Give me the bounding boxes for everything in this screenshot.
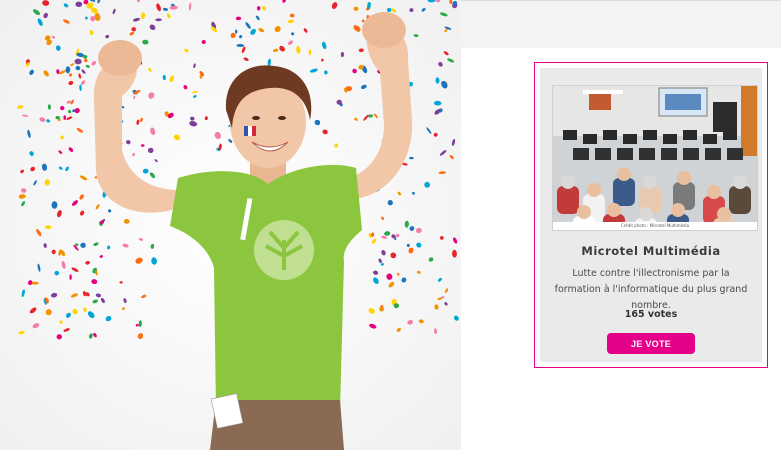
monitor: [617, 148, 633, 160]
page: Crédit photo : Microtel Multimédia Micro…: [0, 0, 781, 450]
project-photo: Crédit photo : Microtel Multimédia: [552, 85, 758, 231]
vote-button[interactable]: JE VOTE: [607, 333, 695, 354]
monitor: [643, 130, 657, 140]
person-body: [557, 186, 579, 214]
monitor: [623, 134, 637, 144]
person-head: [577, 205, 591, 219]
project-card: Crédit photo : Microtel Multimédia Micro…: [534, 62, 768, 368]
monitor: [639, 148, 655, 160]
card-body: Crédit photo : Microtel Multimédia Micro…: [540, 68, 762, 362]
monitor: [661, 148, 677, 160]
monitor: [583, 134, 597, 144]
person-head: [677, 171, 691, 185]
confetti-piece: [340, 51, 344, 58]
person-head: [607, 203, 621, 217]
person-head: [561, 175, 575, 189]
person-body: [729, 186, 751, 214]
monitor: [723, 130, 737, 140]
person-head: [643, 175, 657, 189]
top-bar: [461, 0, 781, 48]
monitor: [705, 148, 721, 160]
confetti-piece: [361, 19, 365, 23]
vote-count: 165 votes: [624, 309, 678, 320]
monitor: [603, 130, 617, 140]
person-body: [613, 178, 635, 206]
monitor: [573, 148, 589, 160]
confetti-piece: [235, 29, 238, 34]
monitor: [663, 134, 677, 144]
person-head: [617, 167, 631, 181]
confetti-piece: [74, 58, 82, 65]
person-head: [639, 207, 653, 221]
classroom-illustration: [553, 86, 757, 230]
photo-credit: Crédit photo : Microtel Multimédia: [553, 222, 757, 230]
person-head: [587, 183, 601, 197]
monitor: [595, 148, 611, 160]
project-description: Lutte contre l'illectronisme par la form…: [554, 268, 748, 311]
hero-image: [0, 0, 461, 450]
monitor: [563, 130, 577, 140]
person-head: [717, 207, 731, 221]
confetti-piece: [51, 201, 58, 209]
person-head: [733, 175, 747, 189]
confetti-piece: [69, 274, 72, 281]
monitor: [683, 148, 699, 160]
person-head: [707, 185, 721, 199]
monitor: [703, 134, 717, 144]
monitor: [727, 148, 743, 160]
hero-illustration: [0, 0, 461, 450]
person-head: [671, 203, 685, 217]
project-title: Microtel Multimédia: [581, 244, 721, 258]
monitor: [683, 130, 697, 140]
